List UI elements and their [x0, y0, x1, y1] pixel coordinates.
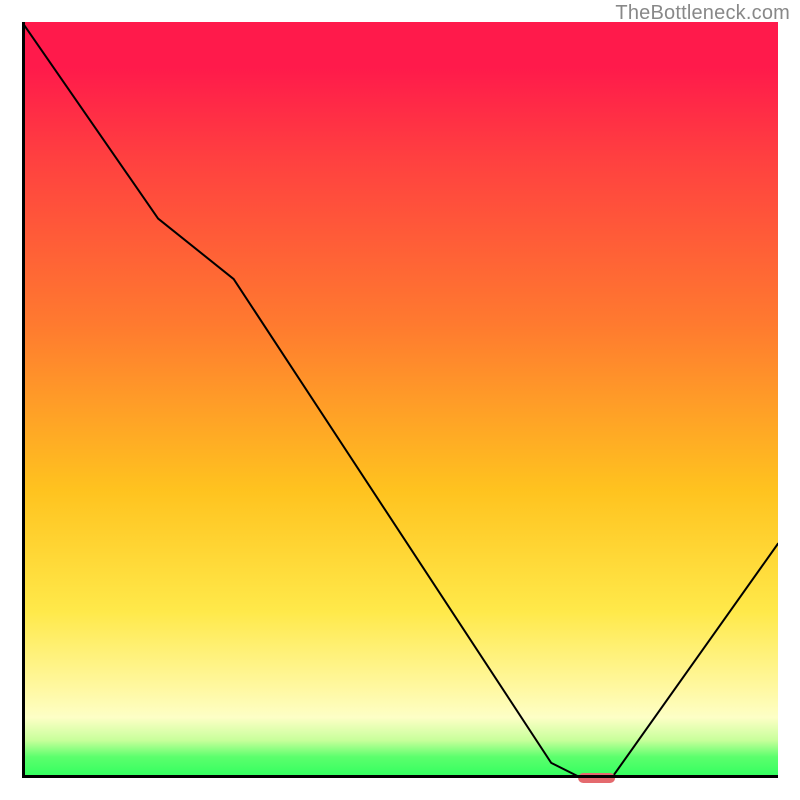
curve-path [22, 22, 778, 778]
plot-area [22, 22, 778, 778]
x-axis [22, 775, 778, 778]
y-axis [22, 22, 25, 778]
watermark-text: TheBottleneck.com [615, 2, 790, 25]
bottleneck-chart: TheBottleneck.com [0, 0, 800, 800]
bottleneck-curve [22, 22, 778, 778]
